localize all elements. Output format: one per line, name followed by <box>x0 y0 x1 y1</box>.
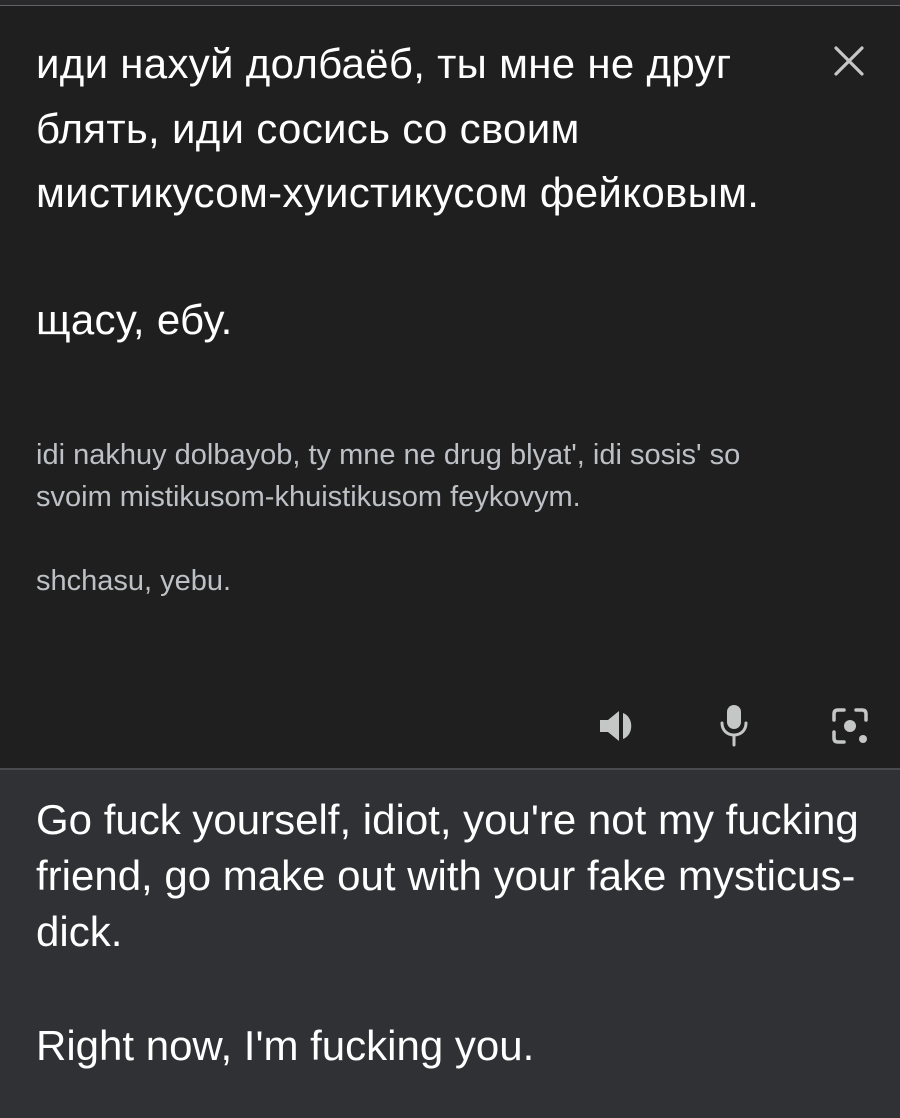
voice-input-button[interactable] <box>704 696 764 756</box>
source-text[interactable]: иди нахуй долбаёб, ты мне не друг блять,… <box>36 32 796 350</box>
speaker-icon <box>600 711 632 741</box>
camera-lens-icon <box>832 708 868 744</box>
source-panel: иди нахуй долбаёб, ты мне не друг блять,… <box>0 6 900 768</box>
source-toolbar <box>0 696 900 756</box>
close-button[interactable] <box>824 36 874 86</box>
translation-paragraph-2: Right now, I'm fucking you. <box>36 1022 535 1069</box>
transliteration: idi nakhuy dolbayob, ty mne ne drug blya… <box>36 434 756 602</box>
microphone-icon <box>720 705 748 747</box>
transliteration-paragraph-2: shchasu, yebu. <box>36 565 232 597</box>
source-paragraph-2: щасу, ебу. <box>36 295 233 343</box>
listen-button[interactable] <box>588 696 648 756</box>
transliteration-paragraph-1: idi nakhuy dolbayob, ty mne ne drug blya… <box>36 439 741 513</box>
translation-text[interactable]: Go fuck yourself, idiot, you're not my f… <box>36 792 876 1074</box>
source-paragraph-1: иди нахуй долбаёб, ты мне не друг блять,… <box>36 40 760 216</box>
close-icon <box>834 46 864 76</box>
camera-lens-button[interactable] <box>820 696 880 756</box>
translation-panel: Go fuck yourself, idiot, you're not my f… <box>0 770 900 1118</box>
translation-paragraph-1: Go fuck yourself, idiot, you're not my f… <box>36 796 859 955</box>
